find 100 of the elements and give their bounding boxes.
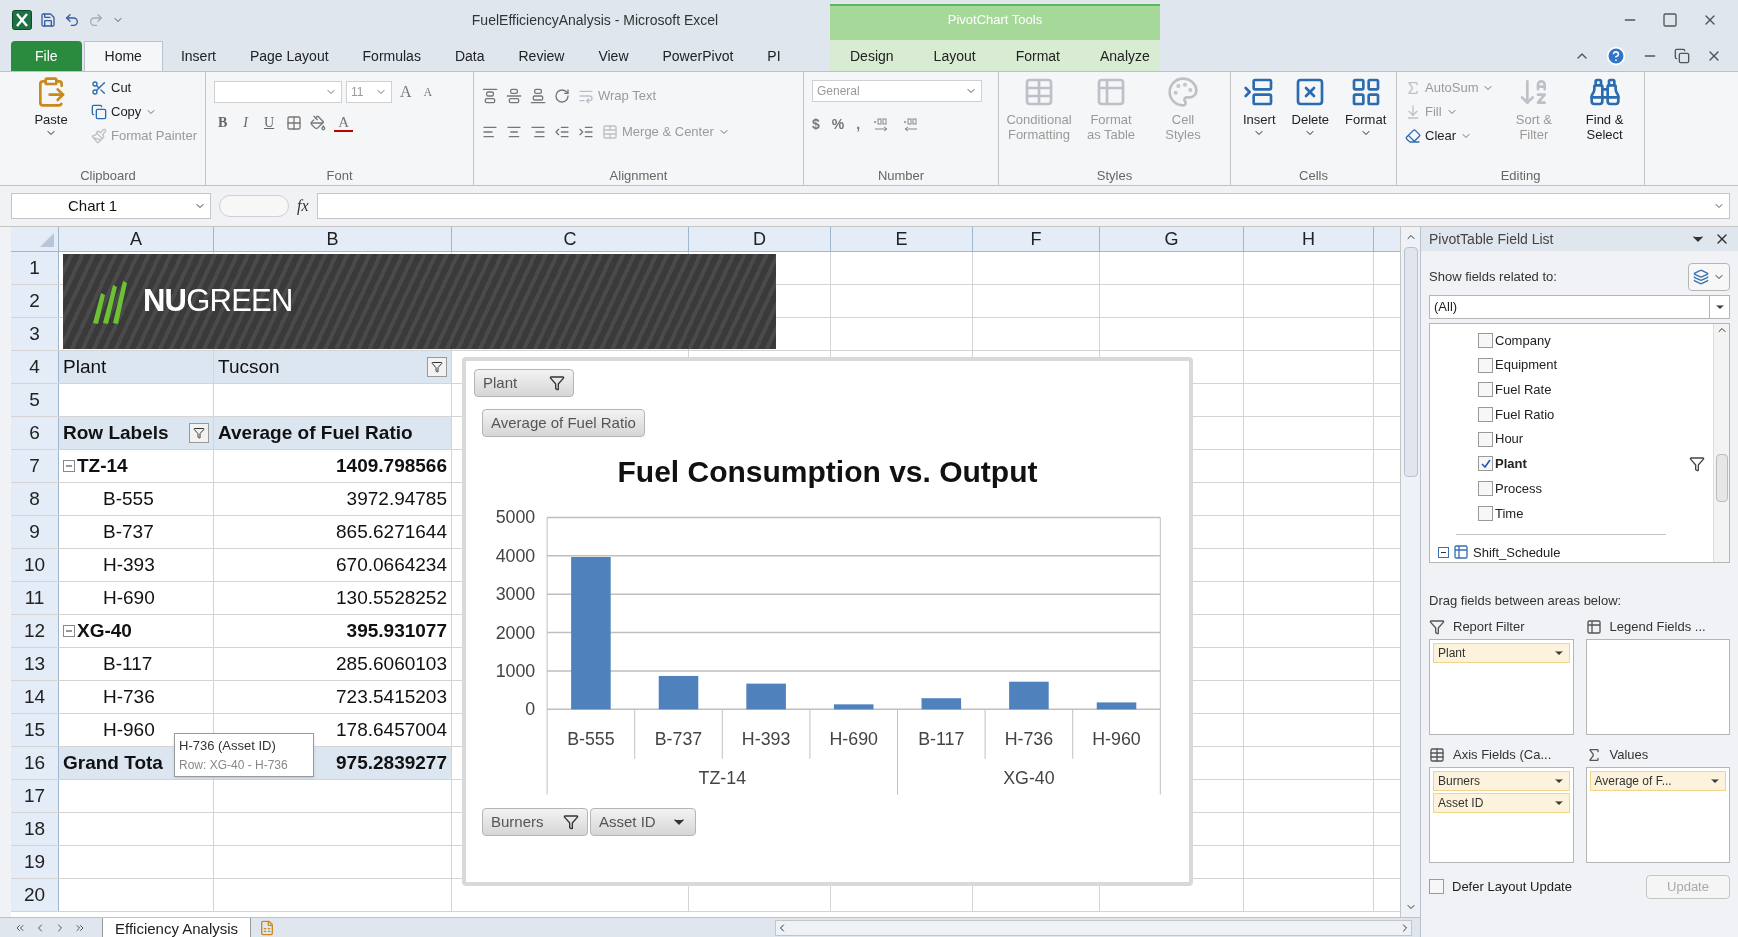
font-color-button[interactable]: A	[334, 113, 353, 132]
field-name[interactable]: Fuel Ratio	[1495, 404, 1705, 425]
chart-value-button[interactable]: Average of Fuel Ratio	[482, 409, 645, 437]
column-header[interactable]: C	[452, 227, 689, 251]
sheet-tab[interactable]: Efficiency Analysis	[102, 918, 252, 937]
ribbon-tab[interactable]: Format	[995, 41, 1080, 71]
maximize-icon[interactable]	[1662, 12, 1678, 28]
insert-sheet-icon[interactable]	[259, 919, 276, 936]
drop-area[interactable]: Plant	[1429, 638, 1574, 735]
field-name[interactable]: Hour	[1495, 429, 1705, 449]
pivot-chart[interactable]: Plant Average of Fuel Ratio Fuel Consumption vs. Output 0 1000 2000 3000 4000 5000 B-555 B-737 H-393 H-690 B-117 H-736 H-960 TZ-14 XG-40 Burners Asset ID	[462, 357, 1193, 886]
table-name[interactable]: Shift_Schedule	[1473, 542, 1561, 562]
area-field-chip[interactable]: Average of F...	[1589, 770, 1726, 791]
ribbon-small-button[interactable]: Clear	[1405, 124, 1495, 148]
related-to-dropdown[interactable]: (All)	[1429, 295, 1730, 319]
row-header[interactable]: 13	[11, 648, 59, 680]
ribbon-tab[interactable]: Design	[830, 41, 914, 71]
field-name[interactable]: Time	[1495, 503, 1705, 523]
row-header[interactable]: 1	[11, 252, 59, 284]
row-header[interactable]: 8	[11, 483, 59, 515]
checkbox[interactable]	[1478, 382, 1493, 398]
ribbon-tab[interactable]: Analyze	[1080, 41, 1170, 71]
chart-axis-field-button[interactable]: Burners	[482, 808, 588, 836]
paint-bucket-icon[interactable]	[310, 114, 327, 131]
orientation-icon[interactable]	[554, 88, 570, 104]
ribbon-large-button[interactable]: Insert	[1239, 76, 1280, 167]
ribbon-tab[interactable]: Data	[438, 41, 501, 71]
checkbox[interactable]	[1478, 332, 1493, 348]
column-header[interactable]: G	[1100, 227, 1244, 251]
restore-icon[interactable]	[1674, 47, 1690, 64]
row-header[interactable]: 9	[11, 516, 59, 548]
font-name-field[interactable]	[214, 81, 342, 103]
field-name[interactable]: Company	[1495, 330, 1705, 351]
chart-axis-field-button[interactable]: Asset ID	[590, 808, 696, 836]
row-header[interactable]: 7	[11, 450, 59, 482]
area-field-chip[interactable]: Burners	[1433, 770, 1570, 791]
column-header[interactable]: A	[59, 227, 214, 251]
ribbon-tab[interactable]: PowerPivot	[646, 41, 750, 71]
area-field-chip[interactable]: Plant	[1433, 642, 1570, 663]
ribbon-tab[interactable]: Insert	[164, 41, 232, 71]
ribbon-large-button[interactable]: Format	[1341, 76, 1391, 167]
row-header[interactable]: 2	[11, 285, 59, 317]
indent-decrease-icon[interactable]	[554, 124, 570, 140]
ribbon-tab[interactable]: Page Layout	[233, 41, 345, 71]
ribbon-tab[interactable]: Review	[502, 41, 581, 71]
row-header[interactable]: 10	[11, 549, 59, 581]
row-header[interactable]: 16	[11, 747, 59, 779]
field-name[interactable]: Process	[1495, 478, 1705, 499]
help-icon[interactable]	[1606, 45, 1626, 66]
ribbon-large-button[interactable]: Paste	[19, 76, 83, 139]
column-header[interactable]: H	[1244, 227, 1374, 251]
chart-filter-button[interactable]: Plant	[474, 369, 574, 397]
ribbon-tab[interactable]: Home	[83, 41, 163, 71]
indent-increase-icon[interactable]	[578, 124, 594, 140]
row-header[interactable]: 17	[11, 780, 59, 812]
bar[interactable]	[746, 683, 786, 710]
number-format-button[interactable]: %	[831, 114, 845, 135]
row-header[interactable]: 12	[11, 615, 59, 647]
checkbox[interactable]	[1478, 357, 1493, 373]
column-header[interactable]: F	[973, 227, 1100, 251]
number-format-button[interactable]: ,	[856, 114, 861, 135]
number-format-button[interactable]: $	[812, 114, 820, 135]
column-header[interactable]: E	[831, 227, 973, 251]
drop-area[interactable]: Burners Asset ID	[1429, 766, 1574, 863]
vertical-scrollbar[interactable]	[1400, 227, 1420, 917]
row-header[interactable]: 14	[11, 681, 59, 713]
checkbox[interactable]	[1478, 505, 1493, 521]
row-header[interactable]: 6	[11, 417, 59, 449]
align-top-icon[interactable]	[482, 88, 498, 104]
filter-dropdown-icon[interactable]	[427, 357, 447, 377]
align-center-icon[interactable]	[506, 124, 522, 140]
area-field-chip[interactable]: Asset ID	[1433, 792, 1570, 813]
ribbon-small-button[interactable]: Copy	[91, 100, 197, 124]
align-bottom-icon[interactable]	[530, 88, 546, 104]
field-name[interactable]: Plant	[1495, 454, 1689, 474]
drop-area[interactable]	[1585, 638, 1730, 735]
ribbon-tab[interactable]: Layout	[913, 41, 996, 71]
save-icon[interactable]	[40, 12, 56, 28]
checkbox[interactable]	[1478, 481, 1493, 497]
borders-icon[interactable]	[286, 114, 303, 131]
ribbon-small-button[interactable]: Cut	[91, 76, 197, 100]
checkbox[interactable]	[1478, 431, 1493, 447]
layout-button[interactable]	[1688, 263, 1730, 291]
bar[interactable]	[1009, 681, 1049, 710]
row-header[interactable]: 20	[11, 879, 59, 911]
scrollbar-thumb[interactable]	[1403, 247, 1418, 477]
collapse-icon[interactable]	[1438, 546, 1449, 558]
ribbon-large-button[interactable]: Delete	[1287, 76, 1334, 167]
ribbon-tab[interactable]: View	[582, 41, 645, 71]
align-left-icon[interactable]	[482, 124, 498, 140]
ribbon-tab[interactable]: File	[11, 41, 82, 71]
font-style-button[interactable]: U	[260, 112, 279, 133]
row-header[interactable]: 15	[11, 714, 59, 746]
ribbon-tab[interactable]: Formulas	[346, 41, 437, 71]
ribbon-large-button[interactable]: Find & Select	[1573, 76, 1636, 167]
grow-font-button[interactable]: A	[396, 80, 416, 104]
font-style-button[interactable]: I	[239, 112, 252, 133]
column-header[interactable]: B	[214, 227, 452, 251]
checkbox[interactable]	[1429, 879, 1444, 894]
font-style-button[interactable]: B	[214, 112, 232, 133]
